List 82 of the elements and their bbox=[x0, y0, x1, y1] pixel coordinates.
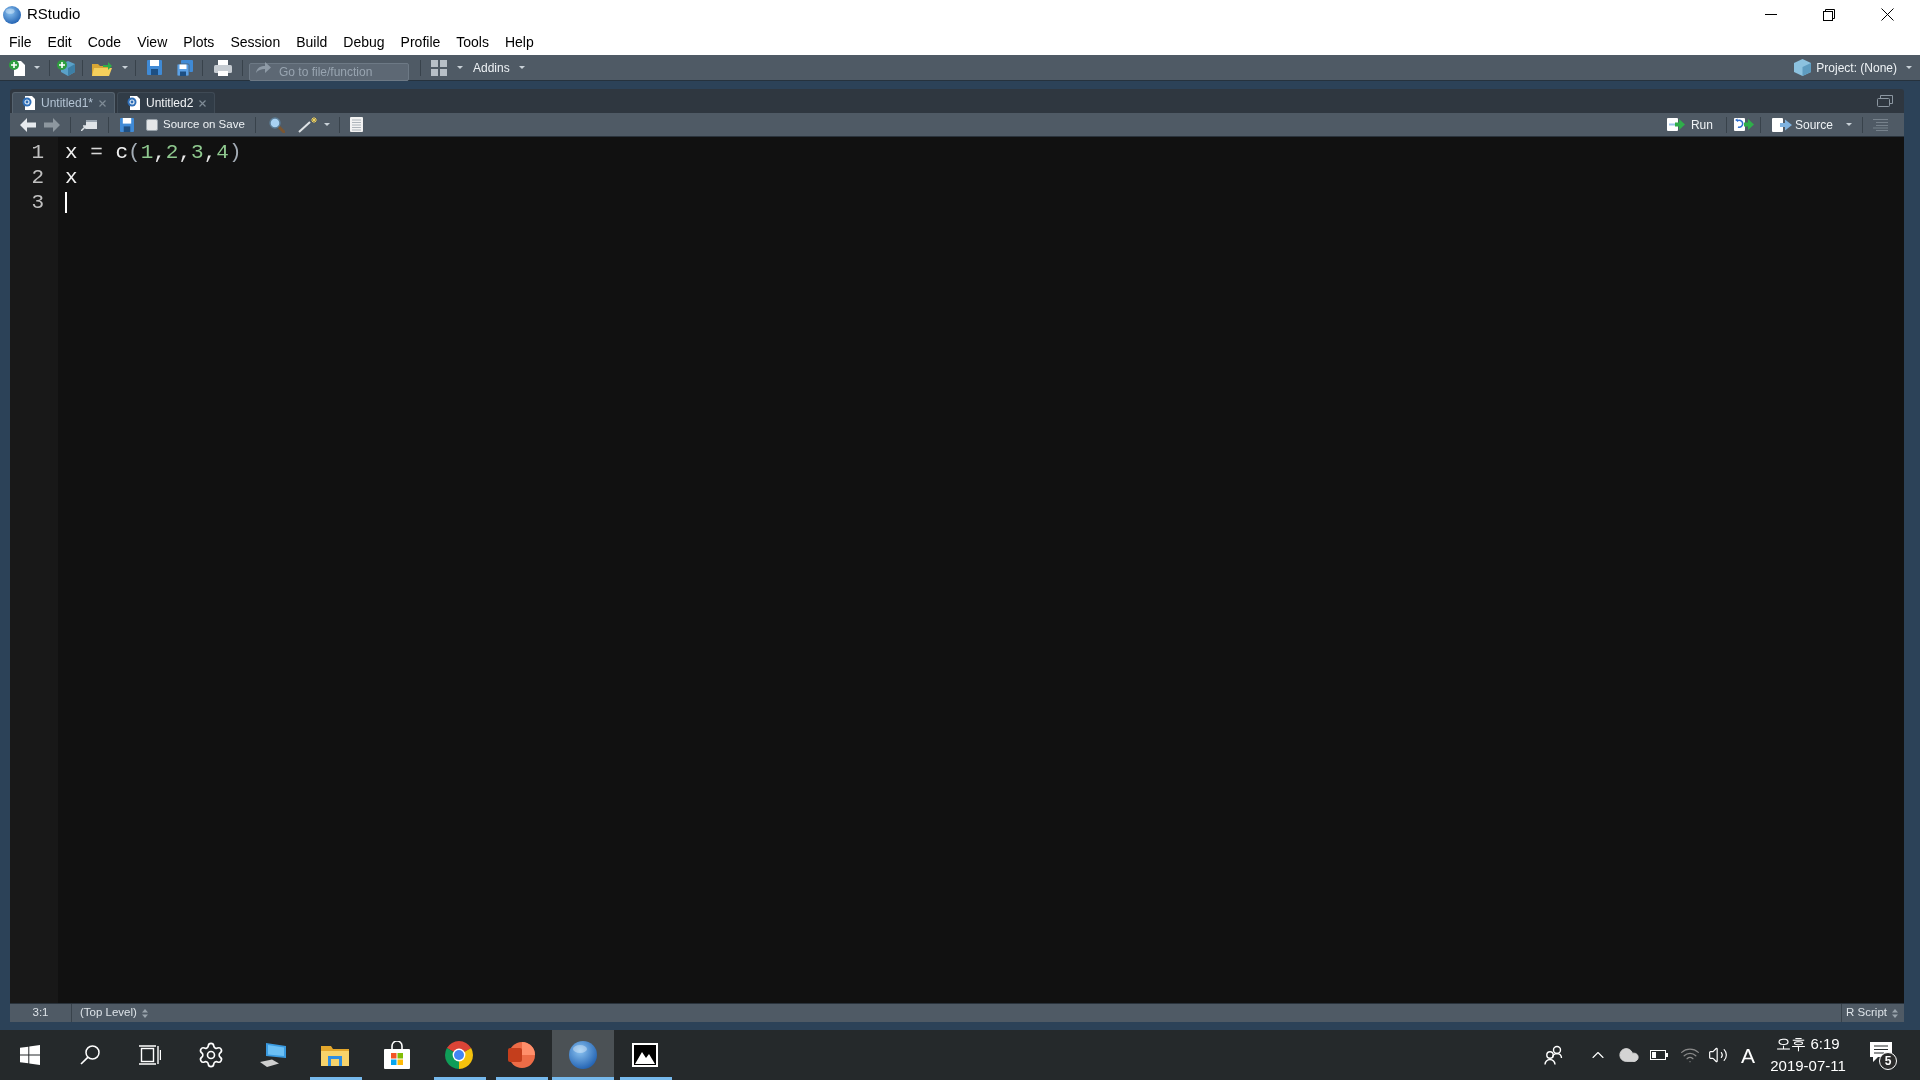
menu-item[interactable]: Build bbox=[288, 29, 336, 55]
menu-item[interactable]: Session bbox=[222, 29, 289, 55]
new-file-icon[interactable] bbox=[9, 59, 25, 76]
up-down-icon[interactable] bbox=[1892, 1008, 1898, 1018]
source-icon bbox=[1771, 117, 1792, 132]
document-icon bbox=[22, 96, 35, 110]
caret-icon[interactable] bbox=[122, 66, 128, 69]
new-project-icon[interactable] bbox=[57, 59, 75, 76]
app-logo-icon bbox=[3, 5, 21, 24]
line-number: 3 bbox=[31, 190, 44, 215]
menu-item[interactable]: Tools bbox=[448, 29, 497, 55]
gear-icon bbox=[197, 1041, 225, 1069]
battery-icon[interactable] bbox=[1650, 1050, 1668, 1060]
source-on-save-checkbox[interactable] bbox=[146, 118, 158, 131]
code-line: x = c(1,2,3,4) bbox=[65, 140, 242, 165]
menu-item[interactable]: File bbox=[1, 29, 40, 55]
open-folder-icon[interactable] bbox=[92, 59, 112, 76]
cursor-position: 3:1 bbox=[10, 1004, 72, 1022]
caret-icon[interactable] bbox=[457, 66, 463, 69]
grid-icon[interactable] bbox=[431, 59, 447, 76]
picture-icon bbox=[632, 1043, 658, 1067]
run-button[interactable]: Run bbox=[1666, 115, 1713, 134]
presentation-icon bbox=[507, 1041, 535, 1069]
save-all-icon[interactable] bbox=[177, 59, 193, 76]
search-icon[interactable] bbox=[268, 116, 285, 133]
editor-tab[interactable]: Untitled2 bbox=[117, 92, 216, 113]
file-type-selector[interactable]: R Script bbox=[1841, 1004, 1904, 1022]
menu-item[interactable]: Help bbox=[496, 29, 542, 55]
save-icon[interactable] bbox=[120, 117, 134, 132]
clock-date[interactable]: 2019-07-11 bbox=[1770, 1055, 1846, 1077]
scope-selector[interactable]: (Top Level) bbox=[80, 1004, 148, 1022]
close-tab-icon[interactable] bbox=[199, 99, 207, 107]
task-view-icon bbox=[139, 1045, 161, 1065]
caret-icon[interactable] bbox=[518, 66, 525, 69]
menu-item[interactable]: Code bbox=[79, 29, 130, 55]
caret-icon[interactable] bbox=[34, 66, 40, 69]
code-line: x bbox=[65, 165, 78, 190]
go-to-field[interactable]: Go to file/function bbox=[249, 62, 409, 81]
rerun-icon[interactable] bbox=[1733, 118, 1754, 131]
editor-tab[interactable]: Untitled1* bbox=[12, 92, 116, 113]
clock-time[interactable]: 오후 6:19 bbox=[1776, 1033, 1840, 1055]
window-title: RStudio bbox=[27, 4, 81, 25]
notification-count: 5 bbox=[1879, 1052, 1897, 1070]
printer-icon[interactable] bbox=[214, 59, 232, 76]
menu-item[interactable]: Edit bbox=[39, 29, 80, 55]
back-arrow-icon[interactable] bbox=[20, 117, 36, 132]
arrow-icon bbox=[256, 61, 271, 73]
up-down-icon[interactable] bbox=[141, 1008, 148, 1018]
run-icon bbox=[1666, 118, 1685, 131]
menu-item[interactable]: Plots bbox=[175, 29, 223, 55]
input-indicator[interactable]: A bbox=[1741, 1044, 1755, 1066]
restore-pane-icon[interactable] bbox=[1877, 95, 1893, 107]
source-on-save-label[interactable]: Source on Save bbox=[163, 115, 245, 134]
cube-icon bbox=[1794, 59, 1812, 76]
speaker-icon[interactable] bbox=[1708, 1045, 1728, 1065]
app-logo-icon bbox=[569, 1041, 597, 1069]
people-icon[interactable] bbox=[1544, 1045, 1564, 1065]
caret-icon[interactable] bbox=[1846, 123, 1852, 126]
caret-icon[interactable] bbox=[1906, 66, 1912, 69]
show-in-window-icon[interactable] bbox=[81, 118, 97, 131]
minimize-icon bbox=[1765, 14, 1777, 15]
source-button[interactable]: Source bbox=[1771, 115, 1833, 134]
menu-item[interactable]: Profile bbox=[392, 29, 449, 55]
computer-icon bbox=[259, 1042, 287, 1068]
close-icon bbox=[1880, 8, 1894, 21]
caret-icon[interactable] bbox=[323, 123, 330, 126]
windows-logo-icon bbox=[20, 1045, 40, 1065]
project-menu[interactable]: Project: (None) bbox=[1794, 58, 1912, 77]
line-number: 1 bbox=[31, 140, 44, 165]
search-icon bbox=[80, 1045, 100, 1065]
restore-icon bbox=[1823, 8, 1835, 21]
menu-item[interactable]: Debug bbox=[335, 29, 393, 55]
menu-item[interactable]: View bbox=[129, 29, 176, 55]
lined-page-icon[interactable] bbox=[349, 117, 363, 132]
addins-menu[interactable]: Addins bbox=[473, 58, 525, 77]
folder-icon bbox=[321, 1044, 349, 1066]
save-icon[interactable] bbox=[147, 60, 162, 75]
document-icon bbox=[127, 96, 141, 110]
browser-icon bbox=[445, 1041, 473, 1069]
magic-wand-icon[interactable] bbox=[297, 116, 319, 133]
shopping-bag-icon bbox=[383, 1041, 411, 1069]
line-number: 2 bbox=[31, 165, 44, 190]
